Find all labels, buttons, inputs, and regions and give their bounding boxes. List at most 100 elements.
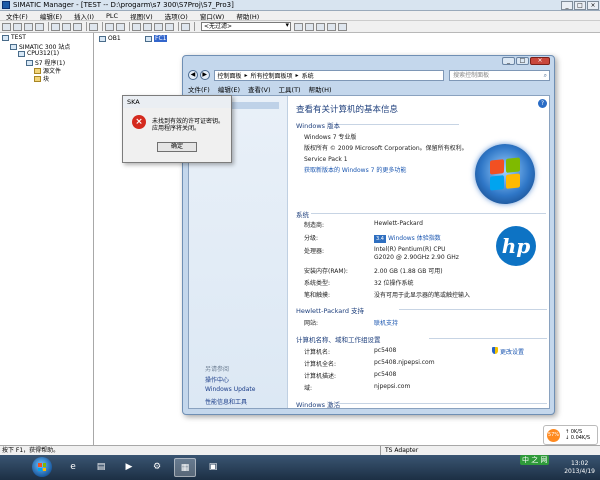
tree-item-project[interactable]: TEST	[2, 34, 26, 41]
large-icons-view-icon[interactable]	[132, 22, 141, 31]
rating-value[interactable]: 3.4 Windows 体验指数	[374, 233, 441, 243]
system-tray: 中 之 网 13:02 2013/4/19	[510, 455, 598, 478]
menu-window[interactable]: 窗口(W)	[194, 11, 231, 21]
system-window-controls: _ □ ×	[501, 57, 550, 65]
sys-menu-view[interactable]: 查看(V)	[248, 84, 271, 94]
divider	[311, 213, 546, 214]
details-view-icon[interactable]	[165, 22, 174, 31]
menu-edit[interactable]: 编辑(E)	[34, 11, 68, 21]
offline-icon[interactable]	[116, 22, 125, 31]
minimize-button[interactable]: _	[561, 0, 573, 10]
copyright-text: 版权所有 © 2009 Microsoft Corporation。保留所有权利…	[304, 145, 468, 152]
system-menubar: 文件(F) 编辑(E) 查看(V) 工具(T) 帮助(H)	[188, 84, 550, 94]
tree-item-blocks[interactable]: 块	[34, 74, 49, 83]
toolbar: <无过滤>	[0, 21, 600, 33]
simatic-app-icon	[2, 1, 10, 9]
menu-plc[interactable]: PLC	[100, 12, 124, 20]
filter-icon[interactable]	[294, 22, 303, 31]
menu-view[interactable]: 视图(V)	[124, 11, 159, 21]
toolbar-separator	[178, 22, 179, 31]
pen-touch-value: 没有可用于此显示器的笔或触控输入	[374, 292, 471, 299]
menu-help[interactable]: 帮助(H)	[230, 11, 265, 21]
menu-file[interactable]: 文件(F)	[0, 11, 34, 21]
simatic-taskbar-icon[interactable]: ▦	[174, 458, 196, 477]
explorer-taskbar-icon[interactable]: ▤	[90, 458, 112, 477]
full-name-value: pc5408.njpepsi.com	[374, 359, 435, 366]
divider	[429, 338, 547, 339]
netpro-icon[interactable]	[316, 22, 325, 31]
pen-touch-label: 笔和触摸:	[304, 292, 331, 299]
domain-value: njpepsi.com	[374, 383, 411, 390]
app-titlebar: SIMATIC Manager - [TEST -- D:\progarm\s7…	[0, 0, 600, 11]
up-level-icon[interactable]	[181, 22, 190, 31]
online-icon[interactable]	[105, 22, 114, 31]
project-tree: TEST SIMATIC 300 站点 CPU312(1) S7 程序(1) 源…	[0, 33, 94, 445]
system-minimize-button[interactable]: _	[502, 57, 515, 65]
media-player-taskbar-icon[interactable]: ▶	[118, 458, 140, 477]
accessible-nodes-icon[interactable]	[24, 22, 33, 31]
breadcrumb-separator: ▸	[295, 71, 299, 79]
help-icon[interactable]: ?	[538, 99, 547, 108]
hw-config-icon[interactable]	[327, 22, 336, 31]
settings-taskbar-icon[interactable]: ⚙	[146, 458, 168, 477]
search-input[interactable]: 搜索控制面板 ⌕	[449, 69, 551, 81]
network-speed-widget[interactable]: 57% ↑ 0K/S ↓ 0.04K/S	[543, 425, 598, 445]
ok-button[interactable]: 确定	[157, 142, 197, 152]
menu-options[interactable]: 选项(O)	[159, 11, 194, 21]
maximize-button[interactable]: □	[574, 0, 586, 10]
window-controls: _ □ ×	[561, 0, 600, 10]
simulation-icon[interactable]	[305, 22, 314, 31]
ram-value: 2.00 GB (1.88 GB 可用)	[374, 268, 443, 275]
address-bar[interactable]: 控制面板 ▸ 所有控制面板项 ▸ 系统	[213, 69, 445, 81]
small-icons-view-icon[interactable]	[143, 22, 152, 31]
status-bar: 按下 F1，获得帮助。 TS Adapter	[0, 445, 600, 455]
description-label: 计算机描述:	[304, 373, 337, 380]
breadcrumb-all-items[interactable]: 所有控制面板项	[251, 71, 293, 80]
memory-card-icon[interactable]	[35, 22, 44, 31]
system-close-button[interactable]: ×	[530, 57, 550, 65]
breadcrumb-control-panel[interactable]: 控制面板	[218, 71, 242, 80]
help-pointer-icon[interactable]	[338, 22, 347, 31]
ska-error-dialog: SKA × 未找到有效的许可证密钥。 应用程序将关闭。 确定	[122, 95, 232, 163]
online-support-link[interactable]: 联机支持	[374, 318, 398, 327]
copy-icon[interactable]	[62, 22, 71, 31]
action-center-link[interactable]: 操作中心	[205, 375, 229, 384]
manufacturer-label: 制造商:	[304, 222, 325, 229]
menu-insert[interactable]: 插入(I)	[68, 11, 100, 21]
ie-taskbar-icon[interactable]: e	[62, 458, 84, 477]
open-icon[interactable]	[13, 22, 22, 31]
download-icon[interactable]	[89, 22, 98, 31]
sys-menu-edit[interactable]: 编辑(E)	[218, 84, 240, 94]
block-icon	[99, 35, 106, 42]
cut-icon[interactable]	[51, 22, 60, 31]
performance-tools-link[interactable]: 性能信息和工具	[205, 397, 247, 406]
sys-menu-tools[interactable]: 工具(T)	[279, 84, 301, 94]
breadcrumb-system[interactable]: 系统	[302, 71, 314, 80]
sys-menu-help[interactable]: 帮助(H)	[309, 84, 332, 94]
app-taskbar-icon[interactable]: ▣	[202, 458, 224, 477]
windows-update-link[interactable]: Windows Update	[205, 386, 255, 393]
block-item-ob1[interactable]: OB1	[99, 35, 121, 42]
close-button[interactable]: ×	[587, 0, 599, 10]
more-features-link[interactable]: 获取新版本的 Windows 7 的更多功能	[304, 165, 406, 174]
new-icon[interactable]	[2, 22, 11, 31]
cpu-icon	[18, 50, 25, 57]
tray-clock[interactable]: 13:02 2013/4/19	[564, 460, 595, 476]
forward-icon[interactable]: ▶	[199, 70, 210, 80]
back-icon[interactable]: ◀	[188, 70, 198, 80]
start-button[interactable]	[32, 457, 52, 477]
taskbar: e ▤ ▶ ⚙ ▦ ▣ 中 之 网 13:02 2013/4/19	[0, 455, 600, 480]
system-maximize-button[interactable]: □	[516, 57, 529, 65]
processor-label: 处理器:	[304, 248, 325, 255]
sys-menu-file[interactable]: 文件(F)	[188, 84, 210, 94]
page-title: 查看有关计算机的基本信息	[296, 105, 399, 115]
divider	[399, 309, 547, 310]
filter-combobox[interactable]: <无过滤>	[201, 22, 291, 31]
tree-item-cpu[interactable]: CPU312(1)	[18, 50, 59, 57]
folder-icon	[34, 75, 41, 82]
paste-icon[interactable]	[73, 22, 82, 31]
change-settings-link[interactable]: 更改设置	[492, 347, 524, 356]
block-item-fc1[interactable]: FC1	[145, 35, 168, 42]
list-view-icon[interactable]	[154, 22, 163, 31]
project-icon	[2, 34, 9, 41]
